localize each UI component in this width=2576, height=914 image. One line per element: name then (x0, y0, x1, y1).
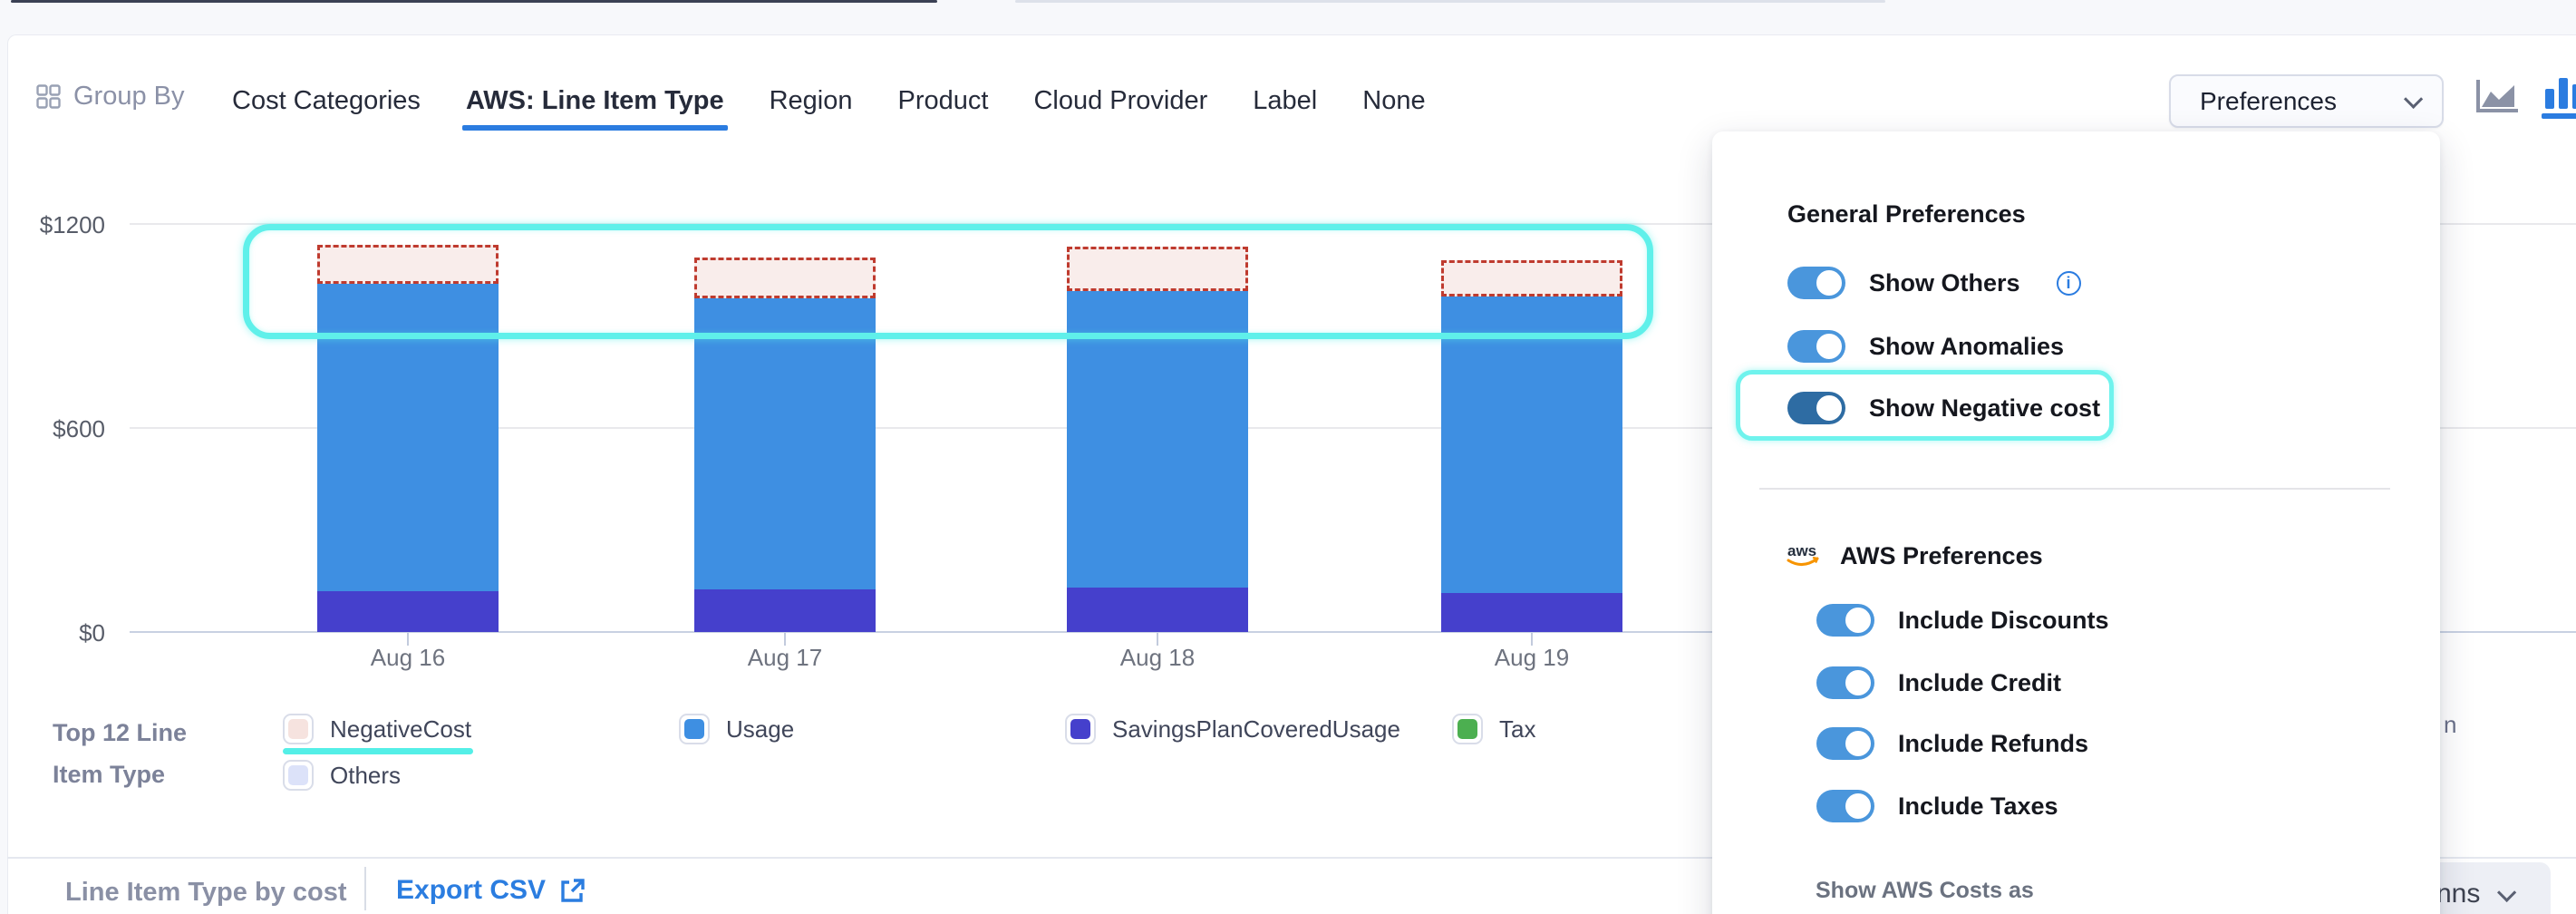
aws-row-include-discounts: Include Discounts (1816, 602, 2109, 638)
group-by-toolbar: Group By Cost Categories AWS: Line Item T… (7, 69, 2576, 132)
svg-text:aws: aws (1787, 542, 1816, 559)
aws-row-include-credit: Include Credit (1816, 665, 2061, 701)
preferences-button[interactable]: Preferences (2169, 74, 2444, 128)
cost-analytics-screen: Group By Cost Categories AWS: Line Item T… (0, 0, 2576, 914)
toggle-label: Include Taxes (1898, 792, 2058, 821)
tab-none[interactable]: None (1361, 73, 1427, 129)
toggle-label: Show Others (1869, 269, 2020, 297)
bar-aug-16-usage[interactable] (317, 284, 499, 591)
y-tick-600: $600 (27, 415, 105, 443)
general-row-show-negative-cost: Show Negative cost (1787, 390, 2100, 426)
toggle-include-discounts[interactable] (1816, 604, 1874, 637)
aws-logo: aws (1786, 541, 1825, 570)
export-csv-link[interactable]: Export CSV (396, 875, 586, 906)
bar-aug-17-savingsplancoveredusage[interactable] (694, 589, 876, 632)
legend-label: Tax (1499, 715, 1535, 744)
aws-row-include-refunds: Include Refunds (1816, 725, 2088, 762)
toggle-knob (1814, 393, 1845, 423)
toggle-include-refunds[interactable] (1816, 727, 1874, 760)
aws-preferences-heading: AWS Preferences (1840, 542, 2043, 570)
legend-label: Others (330, 762, 401, 790)
toggle-knob (1843, 605, 1874, 636)
tab-region[interactable]: Region (768, 73, 855, 129)
bar-aug-19-negativecost[interactable] (1441, 260, 1622, 297)
legend-swatch-savingsplancoveredusage (1065, 714, 1096, 744)
bar-aug-18-usage[interactable] (1067, 291, 1248, 588)
legend-swatch-tax (1452, 714, 1483, 744)
legend-title: Top 12 Line Item Type (53, 713, 238, 796)
group-by-label: Group By (73, 82, 185, 112)
bar-aug-16-negativecost[interactable] (317, 245, 499, 284)
preferences-panel: General Preferences Show Others i Show Ano… (1712, 131, 2440, 914)
toggle-knob (1843, 791, 1874, 822)
aws-row-include-taxes: Include Taxes (1816, 788, 2058, 824)
aws-preferences-heading-block: aws AWS Preferences (1786, 541, 2043, 570)
tab-cloud-provider[interactable]: Cloud Provider (1031, 73, 1209, 129)
show-aws-costs-as-label: Show AWS Costs as (1816, 878, 2034, 904)
y-tick-1200: $1200 (27, 211, 105, 239)
footer-vertical-separator (364, 867, 366, 910)
bar-aug-16-savingsplancoveredusage[interactable] (317, 591, 499, 632)
external-link-icon (558, 877, 586, 904)
y-tick-0: $0 (27, 619, 105, 647)
legend-label: SavingsPlanCoveredUsage (1112, 715, 1400, 744)
tab-list: Cost Categories AWS: Line Item Type Region… (230, 69, 1428, 132)
legend-swatch-usage (679, 714, 710, 744)
group-by-label-block: Group By (36, 82, 185, 112)
export-csv-label: Export CSV (396, 875, 546, 906)
legend-swatch-negativecost (283, 714, 314, 744)
toggle-knob (1814, 331, 1845, 362)
chart-type-switcher (2474, 78, 2576, 119)
chevron-down-icon (2404, 90, 2423, 109)
general-row-show-anomalies: Show Anomalies (1787, 328, 2064, 365)
tab-label[interactable]: Label (1251, 73, 1319, 129)
top-edge-strip-light (1015, 0, 1885, 3)
toggle-knob (1843, 728, 1874, 759)
legend-item-negativecost[interactable]: NegativeCost (283, 714, 471, 744)
legend-item-savingsplancoveredusage[interactable]: SavingsPlanCoveredUsage (1065, 714, 1400, 744)
toggle-label: Include Refunds (1898, 730, 2088, 758)
info-icon[interactable]: i (2057, 271, 2081, 296)
area-chart-icon[interactable] (2474, 78, 2520, 114)
toggle-include-taxes[interactable] (1816, 790, 1874, 822)
toggle-include-credit[interactable] (1816, 666, 1874, 699)
bar-chart-icon[interactable] (2542, 78, 2576, 119)
legend-partial-hidden-label: n (2444, 711, 2456, 739)
legend-label: NegativeCost (330, 715, 471, 744)
panel-divider (1759, 488, 2390, 490)
tab-aws-line-item-type[interactable]: AWS: Line Item Type (464, 73, 726, 129)
bar-aug-18-savingsplancoveredusage[interactable] (1067, 588, 1248, 632)
tab-product[interactable]: Product (896, 73, 991, 129)
legend-item-tax[interactable]: Tax (1452, 714, 1535, 744)
tab-cost-categories[interactable]: Cost Categories (230, 73, 422, 129)
bar-aug-19-usage[interactable] (1441, 297, 1622, 593)
chevron-down-icon (2497, 882, 2516, 901)
toggle-show-negative-cost[interactable] (1787, 392, 1845, 424)
footer-section-title: Line Item Type by cost (65, 878, 346, 908)
toggle-label: Show Anomalies (1869, 333, 2064, 361)
general-preferences-heading: General Preferences (1787, 200, 2026, 228)
legend-label: Usage (726, 715, 794, 744)
toggle-knob (1814, 267, 1845, 298)
active-chart-type-indicator (2542, 113, 2576, 119)
general-row-show-others: Show Others i (1787, 265, 2081, 301)
grid-icon (36, 84, 61, 109)
toggle-knob (1843, 667, 1874, 698)
columns-dropdown-partial-label: nns (2436, 879, 2480, 909)
legend-item-usage[interactable]: Usage (679, 714, 794, 744)
legend-item-others[interactable]: Others (283, 760, 401, 791)
top-edge-strip-dark (11, 0, 937, 3)
bar-aug-17-negativecost[interactable] (694, 258, 876, 298)
bar-aug-17-usage[interactable] (694, 298, 876, 589)
bar-aug-19-savingsplancoveredusage[interactable] (1441, 593, 1622, 632)
toggle-show-others[interactable] (1787, 267, 1845, 299)
toggle-label: Include Credit (1898, 669, 2061, 697)
legend-highlight-underline (283, 748, 473, 754)
toggle-show-anomalies[interactable] (1787, 330, 1845, 363)
toggle-label: Include Discounts (1898, 607, 2109, 635)
legend-swatch-others (283, 760, 314, 791)
bar-aug-18-negativecost[interactable] (1067, 247, 1248, 291)
toggle-label: Show Negative cost (1869, 394, 2100, 423)
preferences-button-label: Preferences (2200, 87, 2337, 116)
